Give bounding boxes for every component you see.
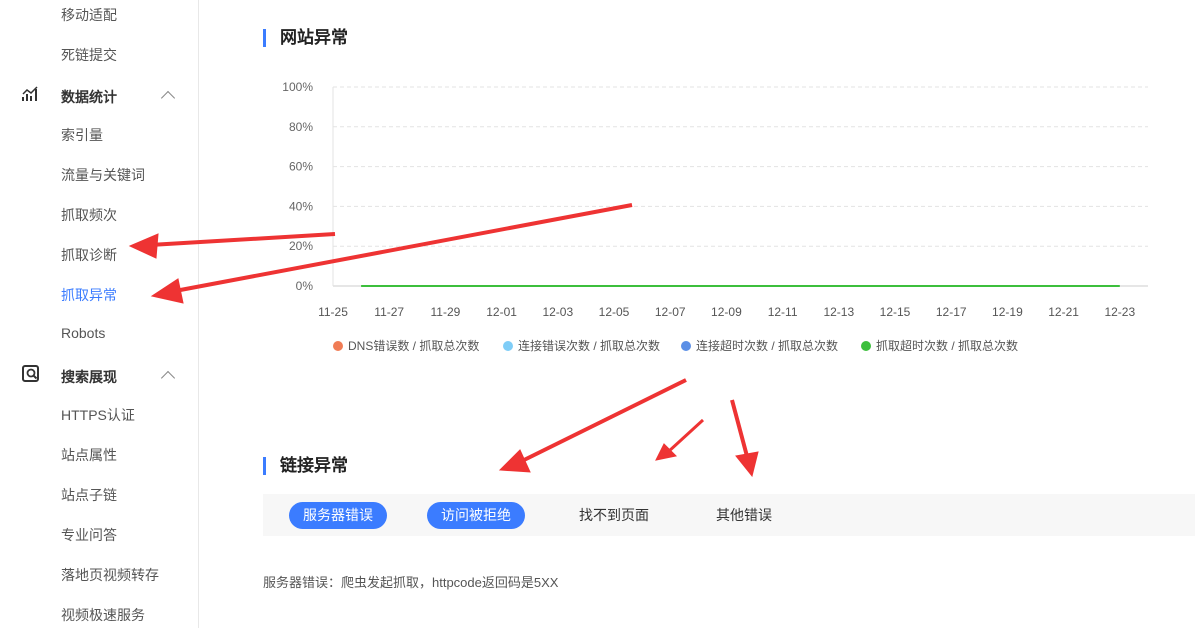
sidebar-item-sitelinks[interactable]: 站点子链: [61, 485, 117, 505]
legend-marker: [681, 341, 691, 351]
sidebar-item-crawl-diagnosis[interactable]: 抓取诊断: [61, 245, 117, 265]
section-title-site-errors: 网站异常: [263, 29, 348, 47]
tab-other-errors[interactable]: 其他错误: [702, 502, 786, 529]
x-tick-label: 11-25: [318, 305, 348, 319]
x-tick-label: 11-27: [374, 305, 404, 319]
sidebar-group-search-display[interactable]: 搜索展现: [0, 364, 199, 388]
y-tick-label: 60%: [289, 160, 313, 174]
x-tick-label: 12-03: [542, 305, 573, 319]
site-errors-chart: 0% 20% 40% 60% 80% 100% 11-25 11-27 11-29 12-01 12…: [260, 70, 1195, 370]
sidebar-item-dead-link[interactable]: 死链提交: [61, 45, 117, 65]
x-tick-label: 12-15: [880, 305, 911, 319]
sidebar-item-https[interactable]: HTTPS认证: [61, 405, 135, 425]
x-tick-label: 12-13: [823, 305, 854, 319]
tab-not-found[interactable]: 找不到页面: [565, 502, 663, 529]
sidebar-group-stats[interactable]: 数据统计: [0, 84, 199, 108]
x-tick-label: 12-17: [936, 305, 967, 319]
section-title-link-errors: 链接异常: [263, 457, 348, 475]
sidebar-item-site-attributes[interactable]: 站点属性: [61, 445, 117, 465]
search-display-icon: [21, 364, 41, 389]
sidebar-item-crawl-frequency[interactable]: 抓取频次: [61, 205, 117, 225]
x-tick-label: 12-07: [655, 305, 686, 319]
x-tick-label: 11-29: [430, 305, 460, 319]
x-tick-label: 12-21: [1048, 305, 1079, 319]
legend-label: 连接错误次数 / 抓取总次数: [518, 338, 660, 353]
error-description: 服务器错误：爬虫发起抓取，httpcode返回码是5XX: [263, 572, 558, 591]
x-tick-label: 12-09: [711, 305, 742, 319]
sidebar-item-mobile-adapt[interactable]: 移动适配: [61, 5, 117, 25]
sidebar-item-qa[interactable]: 专业问答: [61, 525, 117, 545]
y-tick-label: 0%: [296, 279, 314, 293]
sidebar: 移动适配 死链提交 数据统计 索引量 流量与关键词 抓取频次 抓取诊断 抓取异常…: [0, 0, 199, 628]
link-error-tabs: 服务器错误 访问被拒绝 找不到页面 其他错误: [263, 494, 1195, 536]
x-tick-label: 12-05: [599, 305, 630, 319]
sidebar-item-video-speed[interactable]: 视频极速服务: [61, 605, 145, 625]
legend-marker: [333, 341, 343, 351]
legend-marker: [861, 341, 871, 351]
chevron-up-icon: [161, 371, 175, 385]
chevron-up-icon: [161, 91, 175, 105]
legend-label: DNS错误数 / 抓取总次数: [348, 338, 479, 353]
tab-access-denied[interactable]: 访问被拒绝: [427, 502, 525, 529]
y-tick-label: 100%: [282, 80, 313, 94]
x-tick-label: 12-11: [768, 305, 798, 319]
chart-icon: [21, 84, 41, 109]
y-tick-label: 40%: [289, 199, 313, 213]
y-tick-label: 80%: [289, 120, 313, 134]
legend-label: 连接超时次数 / 抓取总次数: [696, 338, 838, 353]
x-tick-label: 12-23: [1104, 305, 1135, 319]
sidebar-item-robots[interactable]: Robots: [61, 325, 105, 341]
sidebar-item-crawl-errors[interactable]: 抓取异常: [61, 285, 117, 305]
x-tick-label: 12-19: [992, 305, 1023, 319]
y-tick-label: 20%: [289, 239, 313, 253]
legend-marker: [503, 341, 513, 351]
sidebar-item-video-transfer[interactable]: 落地页视频转存: [61, 565, 159, 585]
sidebar-item-traffic[interactable]: 流量与关键词: [61, 165, 145, 185]
tab-server-error[interactable]: 服务器错误: [289, 502, 387, 529]
legend-label: 抓取超时次数 / 抓取总次数: [876, 338, 1018, 353]
sidebar-group-label: 数据统计: [61, 87, 117, 107]
x-tick-label: 12-01: [486, 305, 517, 319]
sidebar-group-label: 搜索展现: [61, 367, 117, 387]
sidebar-item-index[interactable]: 索引量: [61, 125, 103, 145]
